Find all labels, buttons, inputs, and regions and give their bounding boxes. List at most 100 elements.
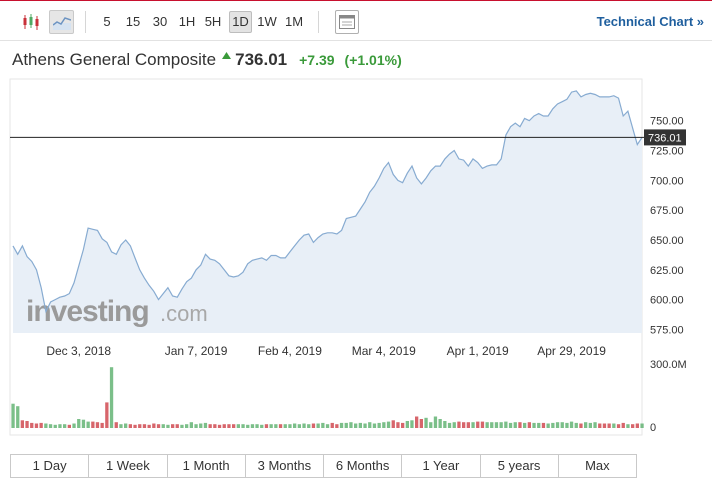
volume-bar <box>278 424 283 428</box>
volume-bar <box>518 422 522 428</box>
volume-bar <box>349 422 353 428</box>
timeframe-1h[interactable]: 1H <box>176 11 198 33</box>
volume-bar <box>494 422 499 428</box>
volume-bar <box>128 424 132 428</box>
volume-bar <box>44 423 48 428</box>
watermark-suffix: .com <box>160 301 208 326</box>
volume-bar <box>138 424 142 428</box>
volume-bar <box>499 422 503 428</box>
volume-bar <box>39 422 43 428</box>
period-3-months[interactable]: 3 Months <box>246 455 324 477</box>
volume-bar <box>264 424 269 428</box>
volume-bar <box>602 423 607 428</box>
volume-bar <box>537 422 541 428</box>
volume-bar <box>344 422 348 428</box>
volume-bar <box>607 423 611 428</box>
volume-bar <box>438 419 442 428</box>
volume-bar <box>391 420 395 428</box>
timeframe-15[interactable]: 15 <box>122 11 144 33</box>
volume-bar <box>34 423 39 428</box>
y-tick-label: 575.00 <box>650 324 684 336</box>
timeframe-30[interactable]: 30 <box>149 11 171 33</box>
volume-bar <box>311 423 316 428</box>
timeframe-1w[interactable]: 1W <box>256 11 278 33</box>
volume-bar <box>457 421 461 428</box>
volume-bar <box>171 424 175 428</box>
period-max[interactable]: Max <box>559 455 636 477</box>
volume-bar <box>297 424 301 428</box>
volume-bar <box>11 403 15 428</box>
volume-bar <box>447 422 452 428</box>
volume-bar <box>354 423 358 428</box>
volume-bar <box>283 424 287 428</box>
timeframe-5[interactable]: 5 <box>100 11 114 33</box>
volume-bar <box>424 417 428 428</box>
y-tick-label: 725.00 <box>650 146 684 158</box>
timeframe-1m[interactable]: 1M <box>283 11 305 33</box>
instrument-name: Athens General Composite <box>12 50 217 69</box>
volume-bar <box>147 424 151 428</box>
x-tick-label: Mar 4, 2019 <box>352 344 416 358</box>
y-tick-label: 600.00 <box>650 295 684 307</box>
volume-bar <box>335 424 339 428</box>
volume-bar <box>302 423 306 428</box>
technical-chart-link[interactable]: Technical Chart » <box>597 14 704 29</box>
volume-bar <box>621 422 625 428</box>
period-5-years[interactable]: 5 years <box>481 455 559 477</box>
period-1-month[interactable]: 1 Month <box>168 455 246 477</box>
x-tick-label: Dec 3, 2018 <box>46 344 111 358</box>
volume-bar <box>480 421 485 428</box>
volume-bar <box>48 424 53 428</box>
volume-bar <box>551 422 555 428</box>
timeframe-5h[interactable]: 5H <box>202 11 224 33</box>
volume-bar <box>67 424 71 428</box>
volume-bar <box>555 422 560 428</box>
x-tick-label: Apr 29, 2019 <box>537 344 606 358</box>
timeframe-1d[interactable]: 1D <box>229 11 252 33</box>
volume-bar <box>72 423 76 428</box>
volume-bar <box>16 406 20 428</box>
period-1-week[interactable]: 1 Week <box>89 455 168 477</box>
volume-bar <box>443 421 447 428</box>
volume-bar <box>100 422 104 428</box>
volume-bar <box>58 424 62 428</box>
period-6-months[interactable]: 6 Months <box>324 455 403 477</box>
volume-bar <box>569 421 574 428</box>
volume-bar <box>626 424 630 428</box>
volume-bar <box>142 424 147 428</box>
volume-bar <box>476 421 480 428</box>
volume-bar <box>401 422 405 428</box>
volume-bar <box>593 422 597 428</box>
volume-bar <box>598 423 602 428</box>
volume-bar <box>541 422 546 428</box>
volume-bar <box>396 422 400 428</box>
price-change-percent: (+1.01%) <box>344 52 402 68</box>
volume-bar <box>377 422 381 428</box>
line-chart-icon[interactable] <box>49 10 74 34</box>
volume-bar <box>175 424 179 428</box>
volume-bar <box>288 424 292 428</box>
volume-bar <box>124 423 128 428</box>
volume-bar <box>203 422 208 428</box>
period-selector: 1 Day 1 Week 1 Month 3 Months 6 Months 1 Year… <box>10 454 637 478</box>
volume-bar <box>565 422 569 428</box>
period-1-year[interactable]: 1 Year <box>402 455 481 477</box>
volume-bar <box>166 424 170 428</box>
volume-bar <box>156 424 161 428</box>
price-chart[interactable]: investing .com 750.00 725.00 700.00 675.00 65… <box>0 72 712 444</box>
volume-bar <box>588 422 592 428</box>
calendar-icon[interactable] <box>335 10 359 34</box>
volume-bar <box>462 422 466 428</box>
volume-bar <box>635 423 639 428</box>
volume-bar <box>95 422 100 428</box>
x-tick-label: Jan 7, 2019 <box>165 344 228 358</box>
volume-bar <box>504 421 508 428</box>
volume-bar <box>25 421 29 428</box>
period-1-day[interactable]: 1 Day <box>11 455 90 477</box>
volume-bar <box>358 422 362 428</box>
volume-bar <box>560 422 564 428</box>
volume-bar <box>274 424 278 428</box>
candlestick-chart-icon[interactable] <box>19 10 43 34</box>
volume-bar <box>105 402 109 428</box>
volume-bar <box>227 424 231 428</box>
